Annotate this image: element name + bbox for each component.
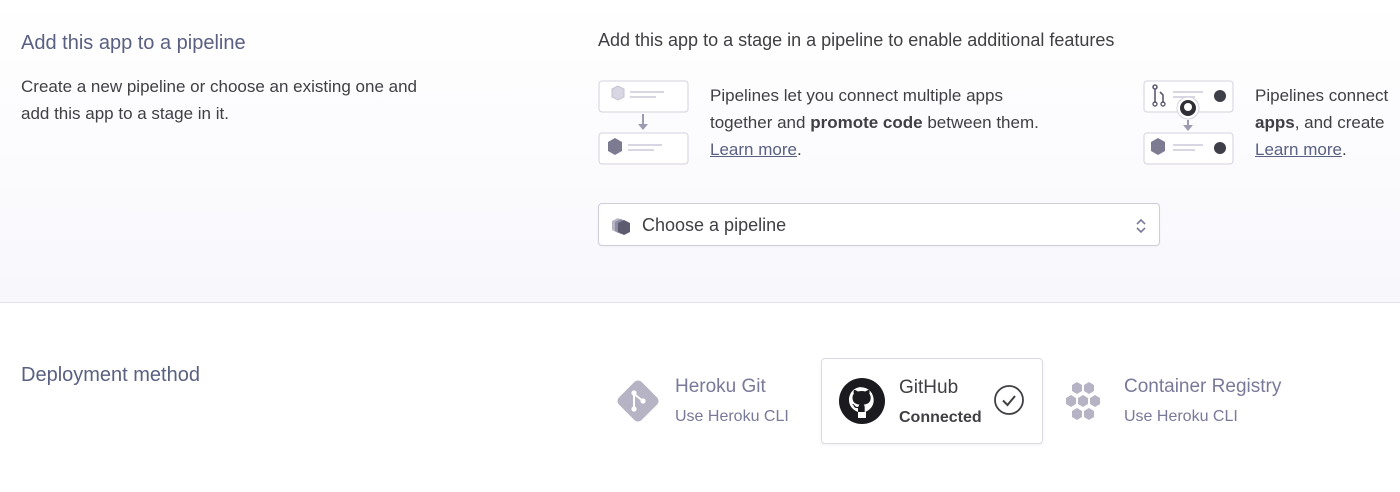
- deploy-method-heroku-git[interactable]: Heroku Git Use Heroku CLI: [604, 358, 810, 444]
- pipeline-section: Add this app to a pipeline Create a new …: [0, 0, 1400, 303]
- feature-line-1: Pipelines connect: [1255, 86, 1389, 105]
- check-circle-icon: [994, 385, 1024, 415]
- method-subtitle: Use Heroku CLI: [675, 408, 789, 425]
- pipeline-icon: [612, 218, 630, 235]
- learn-more-link[interactable]: Learn more: [1255, 140, 1342, 159]
- learn-more-link[interactable]: Learn more: [710, 140, 797, 159]
- method-title: GitHub: [899, 377, 959, 398]
- pipeline-heading: Add this app to a stage in a pipeline to…: [598, 30, 1115, 50]
- github-pipeline-illustration-icon: [1143, 80, 1234, 165]
- github-icon: [839, 378, 885, 424]
- choose-pipeline-label: Choose a pipeline: [642, 215, 787, 235]
- pipeline-description: Create a new pipeline or choose an exist…: [21, 77, 417, 123]
- container-registry-icon: [1066, 382, 1100, 420]
- deploy-method-github[interactable]: GitHub Connected: [821, 358, 1043, 444]
- method-title: Heroku Git: [675, 376, 766, 397]
- method-title: Container Registry: [1124, 376, 1282, 397]
- method-status: Connected: [899, 409, 982, 426]
- pipeline-section-title: Add this app to a pipeline: [21, 32, 246, 54]
- method-subtitle: Use Heroku CLI: [1124, 408, 1238, 425]
- deployment-method-title: Deployment method: [21, 364, 200, 386]
- pipeline-stages-illustration-icon: [598, 80, 689, 165]
- feature-line-1: Pipelines let you connect multiple apps: [710, 86, 1003, 105]
- feature-bold-text: promote code: [810, 113, 923, 132]
- feature-bold-text: apps: [1255, 113, 1295, 132]
- feature-line-2: apps, and create: [1255, 113, 1385, 132]
- up-down-chevron-icon: [1136, 218, 1146, 234]
- deploy-method-container-registry[interactable]: Container Registry Use Heroku CLI: [1054, 358, 1400, 444]
- choose-pipeline-select[interactable]: Choose a pipeline: [598, 203, 1160, 246]
- heroku-git-icon: [617, 380, 659, 422]
- feature-line-2: together and promote code between them.: [710, 113, 1039, 132]
